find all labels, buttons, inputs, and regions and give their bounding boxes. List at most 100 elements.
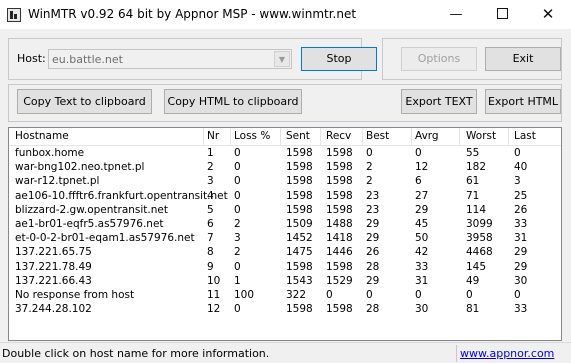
cell-sent: 1475 [286,246,313,259]
column-header-loss[interactable]: Loss % [234,129,270,144]
cell-best: 29 [366,232,380,245]
copy-html-button[interactable]: Copy HTML to clipboard [164,89,302,114]
table-row[interactable]: war-r12.tpnet.pl 3 0 1598 1598 2 6 61 3 [9,174,561,188]
cell-best: 23 [366,189,380,202]
cell-last: 29 [514,246,528,259]
column-header-last[interactable]: Last [514,129,536,144]
cell-sent: 1598 [286,147,313,159]
maximize-button[interactable] [479,0,525,29]
appnor-link[interactable]: www.appnor.com [460,347,554,360]
cell-best: 23 [366,203,380,216]
chevron-down-icon[interactable]: ▼ [274,51,290,67]
cell-worst: 3958 [466,232,493,245]
cell-nr: 8 [207,246,214,259]
column-header-sent[interactable]: Sent [286,129,310,144]
column-header-worst[interactable]: Worst [466,129,496,144]
column-divider[interactable] [508,128,509,145]
column-header-nr[interactable]: Nr [207,129,219,144]
cell-nr: 4 [207,189,214,202]
cell-best: 0 [366,147,373,159]
cell-avrg: 31 [415,274,429,287]
column-divider[interactable] [320,128,321,145]
cell-loss: 2 [234,218,241,230]
cell-best: 0 [366,289,373,301]
column-divider[interactable] [280,128,281,145]
cell-loss: 3 [234,232,241,245]
column-divider[interactable] [203,128,204,145]
cell-worst: 61 [466,175,480,188]
cell-recv: 1446 [326,246,353,259]
column-header-best[interactable]: Best [366,129,389,144]
cell-hostname[interactable]: war-bng102.neo.tpnet.pl [15,160,144,174]
table-row[interactable]: 137.221.66.43 10 1 1543 1529 29 31 49 30 [9,274,561,288]
window-title: WinMTR v0.92 64 bit by Appnor MSP - www.… [28,7,357,21]
cell-hostname[interactable]: ae106-10.ffftr6.frankfurt.opentransit.ne… [15,189,228,203]
cell-last: 40 [514,161,528,174]
table-row[interactable]: war-bng102.neo.tpnet.pl 2 0 1598 1598 2 12 182 4… [9,160,561,174]
minimize-button[interactable]: — [433,0,479,29]
column-divider[interactable] [459,128,460,145]
cell-hostname[interactable]: 137.221.66.43 [15,274,92,288]
close-button[interactable]: ✕ [525,0,571,29]
column-header-avrg[interactable]: Avrg [415,129,439,144]
table-row[interactable]: et-0-0-2-br01-eqam1.as57976.net 7 3 1452 141… [9,231,561,245]
results-table[interactable]: Hostname Nr Loss % Sent Recv Best Avrg W… [8,127,562,341]
cell-loss: 0 [234,175,241,188]
exit-button[interactable]: Exit [485,47,561,71]
table-row[interactable]: blizzard-2.gw.opentransit.net 5 0 1598 1598 2… [9,203,561,217]
cell-loss: 0 [234,147,241,159]
cell-sent: 1598 [286,189,313,202]
table-row[interactable]: funbox.home 1 0 1598 1598 0 0 55 0 [9,146,561,160]
cell-worst: 71 [466,189,480,202]
cell-hostname[interactable]: blizzard-2.gw.opentransit.net [15,203,168,217]
cell-loss: 0 [234,203,241,216]
cell-hostname[interactable]: war-r12.tpnet.pl [15,174,99,188]
cell-recv: 1488 [326,218,353,230]
host-input[interactable]: eu.battle.net [52,53,123,66]
table-row[interactable]: ae106-10.ffftr6.frankfurt.opentransit.ne… [9,189,561,203]
cell-hostname[interactable]: No response from host [15,288,134,302]
cell-sent: 1598 [286,161,313,174]
cell-hostname[interactable]: 37.244.28.102 [15,302,92,316]
copy-text-button[interactable]: Copy Text to clipboard [17,89,152,114]
cell-hostname[interactable]: et-0-0-2-br01-eqam1.as57976.net [15,231,195,245]
cell-best: 29 [366,218,380,230]
table-row[interactable]: 137.221.65.75 8 2 1475 1446 26 42 4468 29 [9,245,561,259]
table-row[interactable]: No response from host 11 100 322 0 0 0 0 0 [9,288,561,302]
table-row[interactable]: 37.244.28.102 12 0 1598 1598 28 30 81 33 [9,302,561,316]
cell-best: 2 [366,175,373,188]
cell-last: 3 [514,175,521,188]
export-html-button[interactable]: Export HTML [485,89,561,114]
cell-worst: 3099 [466,218,493,230]
cell-hostname[interactable]: ae1-br01-eqfr5.as57976.net [15,217,164,231]
cell-best: 28 [366,303,380,316]
cell-sent: 1598 [286,203,313,216]
cell-recv: 1598 [326,147,353,159]
cell-worst: 49 [466,274,480,287]
cell-nr: 6 [207,218,214,230]
table-row[interactable]: ae1-br01-eqfr5.as57976.net 6 2 1509 1488 29 45… [9,217,561,231]
cell-sent: 1598 [286,260,313,273]
export-text-button[interactable]: Export TEXT [401,89,477,114]
cell-sent: 1543 [286,274,313,287]
column-divider[interactable] [230,128,231,145]
cell-hostname[interactable]: 137.221.78.49 [15,260,92,274]
cell-hostname[interactable]: funbox.home [15,146,84,160]
cell-worst: 81 [466,303,480,316]
cell-loss: 1 [234,274,241,287]
cell-hostname[interactable]: 137.221.65.75 [15,245,92,259]
column-header-recv[interactable]: Recv [326,129,351,144]
host-combobox[interactable]: eu.battle.net ▼ [48,49,292,69]
stop-button[interactable]: Stop [301,47,377,71]
table-row[interactable]: 137.221.78.49 9 0 1598 1598 28 33 145 29 [9,260,561,274]
options-button[interactable]: Options [401,47,477,71]
column-divider[interactable] [362,128,363,145]
cell-last: 29 [514,260,528,273]
cell-avrg: 0 [415,147,422,159]
column-divider[interactable] [411,128,412,145]
cell-nr: 1 [207,147,214,159]
cell-avrg: 27 [415,189,429,202]
cell-avrg: 45 [415,218,429,230]
cell-avrg: 33 [415,260,429,273]
column-header-hostname[interactable]: Hostname [15,129,69,144]
